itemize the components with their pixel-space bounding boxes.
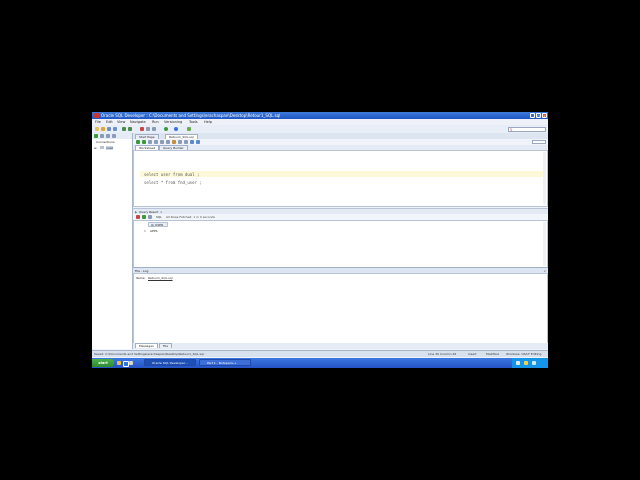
menu-versioning[interactable]: Versioning bbox=[164, 120, 182, 124]
format-icon[interactable] bbox=[184, 140, 188, 144]
export-icon[interactable] bbox=[148, 215, 152, 219]
search-input[interactable]: ⚲ bbox=[508, 127, 546, 132]
title-bar: Oracle SQL Developer : C:\Documents and … bbox=[92, 112, 548, 119]
refresh-result-icon[interactable] bbox=[142, 215, 146, 219]
tree-expand-icon[interactable]: ⊞ bbox=[94, 146, 97, 150]
results-grid: ▤ USER 1 APPS bbox=[133, 220, 548, 268]
log-bottom-tabs: Messages File bbox=[133, 343, 548, 349]
connections-tab[interactable]: Connections bbox=[96, 140, 115, 144]
tab-file-log[interactable]: File bbox=[159, 343, 173, 348]
task-sql-developer[interactable]: Oracle SQL Developer... bbox=[144, 359, 196, 366]
status-path: Saved: C:\Documents and Settings\erachas… bbox=[94, 352, 204, 356]
save-icon[interactable] bbox=[107, 127, 111, 131]
tray-clock-icon[interactable] bbox=[532, 361, 536, 365]
task-notepad[interactable]: Part 1 - Notepad++ bbox=[199, 359, 251, 366]
save-all-icon[interactable] bbox=[113, 127, 117, 131]
status-bar: Saved: C:\Documents and Settings\erachas… bbox=[92, 350, 548, 357]
grid-scrollbar[interactable] bbox=[543, 222, 546, 266]
status-state: Modified bbox=[486, 352, 499, 356]
unshared-icon[interactable] bbox=[196, 140, 200, 144]
tree-item-connection[interactable]: oracl bbox=[106, 146, 114, 150]
sql-editor[interactable]: select user from dual ; select * from fn… bbox=[133, 150, 548, 207]
run-icon[interactable] bbox=[164, 127, 168, 131]
filter-icon[interactable] bbox=[106, 134, 110, 138]
log-line-label: Items: bbox=[136, 276, 146, 280]
connection-select[interactable] bbox=[532, 140, 546, 144]
collapse-icon[interactable] bbox=[112, 134, 116, 138]
column-header[interactable]: ▤ USER bbox=[148, 222, 168, 227]
db-icon bbox=[100, 146, 104, 149]
current-line-highlight bbox=[140, 171, 545, 177]
debug-icon[interactable] bbox=[174, 127, 178, 131]
commit-icon[interactable] bbox=[148, 140, 152, 144]
rollback-icon[interactable] bbox=[154, 140, 158, 144]
row-number: 1 bbox=[144, 229, 146, 233]
table-cell[interactable]: APPS bbox=[150, 229, 158, 233]
add-connection-icon[interactable] bbox=[94, 134, 98, 138]
fetched-rows-text: All Rows Fetched: 1 in 0 seconds bbox=[166, 215, 215, 219]
code-line-1: select user from dual ; bbox=[144, 172, 200, 177]
status-mode: Insert bbox=[468, 352, 477, 356]
menu-navigate[interactable]: Navigate bbox=[130, 120, 146, 124]
tray-volume-icon[interactable] bbox=[524, 361, 528, 365]
back-icon[interactable] bbox=[122, 127, 126, 131]
sql-developer-window: Oracle SQL Developer : C:\Documents and … bbox=[92, 112, 548, 368]
column-header-label: USER bbox=[155, 223, 164, 227]
windows-taskbar: start Oracle SQL Developer... Part 1 - N… bbox=[92, 358, 548, 368]
search-icon: ⚲ bbox=[510, 128, 513, 132]
menu-edit[interactable]: Edit bbox=[106, 120, 113, 124]
autotrace-icon[interactable] bbox=[166, 140, 170, 144]
copy-icon[interactable] bbox=[146, 127, 150, 131]
status-platform: Windows: CR/LF Editing bbox=[506, 352, 542, 356]
forward-icon[interactable] bbox=[128, 127, 132, 131]
open-icon[interactable] bbox=[101, 127, 105, 131]
run-statement-icon[interactable] bbox=[136, 140, 140, 144]
app-icon bbox=[94, 113, 99, 118]
editor-scrollbar[interactable] bbox=[543, 152, 546, 204]
connections-panel: Connections ⊞ oracl bbox=[92, 133, 133, 349]
help-icon[interactable] bbox=[190, 140, 194, 144]
log-file-link[interactable]: Retour1_SQL.sql bbox=[148, 276, 173, 280]
clear-icon[interactable] bbox=[172, 140, 176, 144]
code-line-2: select * from fnd_user ; bbox=[144, 180, 202, 185]
history-icon[interactable] bbox=[178, 140, 182, 144]
refresh-icon[interactable] bbox=[100, 134, 104, 138]
status-position: Line 30 Column 26 bbox=[428, 352, 457, 356]
migrate-icon[interactable] bbox=[187, 127, 191, 131]
quicklaunch-explorer-icon[interactable] bbox=[117, 361, 121, 365]
paste-icon[interactable] bbox=[152, 127, 156, 131]
menu-run[interactable]: Run bbox=[152, 120, 159, 124]
cut-icon[interactable] bbox=[140, 127, 144, 131]
pin-icon[interactable] bbox=[136, 215, 140, 219]
sql-label[interactable]: SQL bbox=[156, 215, 162, 219]
maximize-button[interactable]: □ bbox=[536, 113, 541, 118]
tab-messages[interactable]: Messages bbox=[135, 343, 158, 348]
log-panel: Items: Retour1_SQL.sql bbox=[133, 273, 548, 345]
connections-toolbar bbox=[92, 133, 132, 139]
close-button[interactable]: × bbox=[542, 113, 547, 118]
column-icon: ▤ bbox=[151, 223, 154, 227]
start-button[interactable]: start bbox=[92, 359, 114, 367]
menu-view[interactable]: View bbox=[117, 120, 125, 124]
minimize-button[interactable]: _ bbox=[530, 113, 535, 118]
run-script-icon[interactable] bbox=[142, 140, 146, 144]
menu-help[interactable]: Help bbox=[204, 120, 212, 124]
new-icon[interactable] bbox=[95, 127, 99, 131]
menu-tools[interactable]: Tools bbox=[189, 120, 198, 124]
menu-file[interactable]: File bbox=[95, 120, 101, 124]
system-tray bbox=[512, 358, 548, 368]
tray-network-icon[interactable] bbox=[516, 361, 520, 365]
window-title: Oracle SQL Developer : C:\Documents and … bbox=[101, 113, 281, 118]
explain-icon[interactable] bbox=[160, 140, 164, 144]
quicklaunch-desktop-icon[interactable] bbox=[129, 361, 133, 365]
